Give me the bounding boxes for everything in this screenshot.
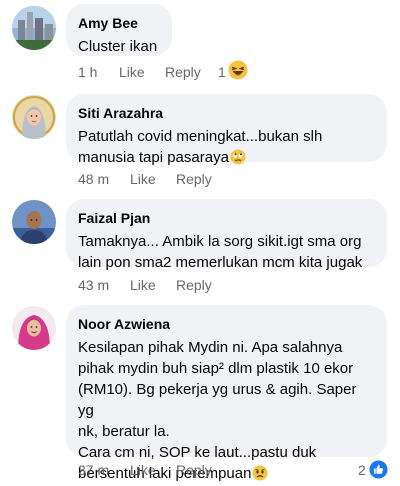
comment-actions: 48 m Like Reply bbox=[78, 169, 278, 189]
comment-actions: 1 h Like Reply 1 bbox=[78, 60, 378, 82]
comment-author[interactable]: Faizal Pjan bbox=[78, 209, 375, 227]
man-outdoor-avatar-icon bbox=[12, 200, 56, 244]
comment-time[interactable]: 43 m bbox=[78, 275, 109, 295]
comment-author[interactable]: Siti Arazahra bbox=[78, 104, 375, 122]
like-button[interactable]: Like bbox=[130, 460, 156, 480]
comment-time[interactable]: 37 m bbox=[78, 460, 109, 480]
hijab-woman-pink-avatar-icon bbox=[12, 306, 56, 350]
avatar[interactable] bbox=[12, 6, 56, 50]
comment-bubble: Faizal Pjan Tamaknya... Ambik la sorg si… bbox=[66, 199, 387, 271]
comment-text-body: Patutlah covid meningkat...bukan slh man… bbox=[78, 128, 323, 166]
reply-button[interactable]: Reply bbox=[176, 460, 212, 480]
like-button[interactable]: Like bbox=[119, 62, 145, 82]
avatar[interactable] bbox=[12, 306, 56, 350]
reply-button[interactable]: Reply bbox=[165, 62, 201, 82]
reply-button[interactable]: Reply bbox=[176, 275, 212, 295]
avatar[interactable] bbox=[12, 95, 56, 139]
reply-button[interactable]: Reply bbox=[176, 169, 212, 189]
reaction-count[interactable]: 2 bbox=[358, 460, 366, 480]
like-thumb-icon[interactable] bbox=[369, 460, 388, 479]
comment-bubble: Amy Bee Cluster ikan bbox=[66, 4, 172, 56]
like-button[interactable]: Like bbox=[130, 169, 156, 189]
laughing-emoji-icon[interactable] bbox=[228, 60, 248, 80]
hijab-woman-avatar-icon bbox=[12, 95, 56, 139]
comment-text: Cluster ikan bbox=[78, 38, 158, 55]
comment-bubble: Noor Azwiena Kesilapan pihak Mydin ni. A… bbox=[66, 305, 387, 482]
reaction-count[interactable]: 1 bbox=[218, 62, 226, 82]
comment-bubble: Siti Arazahra Patutlah covid meningkat..… bbox=[66, 94, 387, 166]
comment-actions: 37 m Like Reply 2 bbox=[78, 460, 400, 480]
comment-author[interactable]: Amy Bee bbox=[78, 14, 160, 32]
avatar[interactable] bbox=[12, 200, 56, 244]
eye-roll-emoji-icon bbox=[230, 149, 246, 165]
comment-actions: 43 m Like Reply bbox=[78, 275, 278, 295]
comment-author[interactable]: Noor Azwiena bbox=[78, 315, 375, 333]
comment-time[interactable]: 1 h bbox=[78, 62, 97, 82]
like-button[interactable]: Like bbox=[130, 275, 156, 295]
comment-text: Patutlah covid meningkat...bukan slh man… bbox=[78, 126, 375, 168]
comment-time[interactable]: 48 m bbox=[78, 169, 109, 189]
city-photo-avatar-icon bbox=[12, 6, 56, 50]
comment-text: Tamaknya... Ambik la sorg sikit.igt sma … bbox=[78, 233, 363, 271]
